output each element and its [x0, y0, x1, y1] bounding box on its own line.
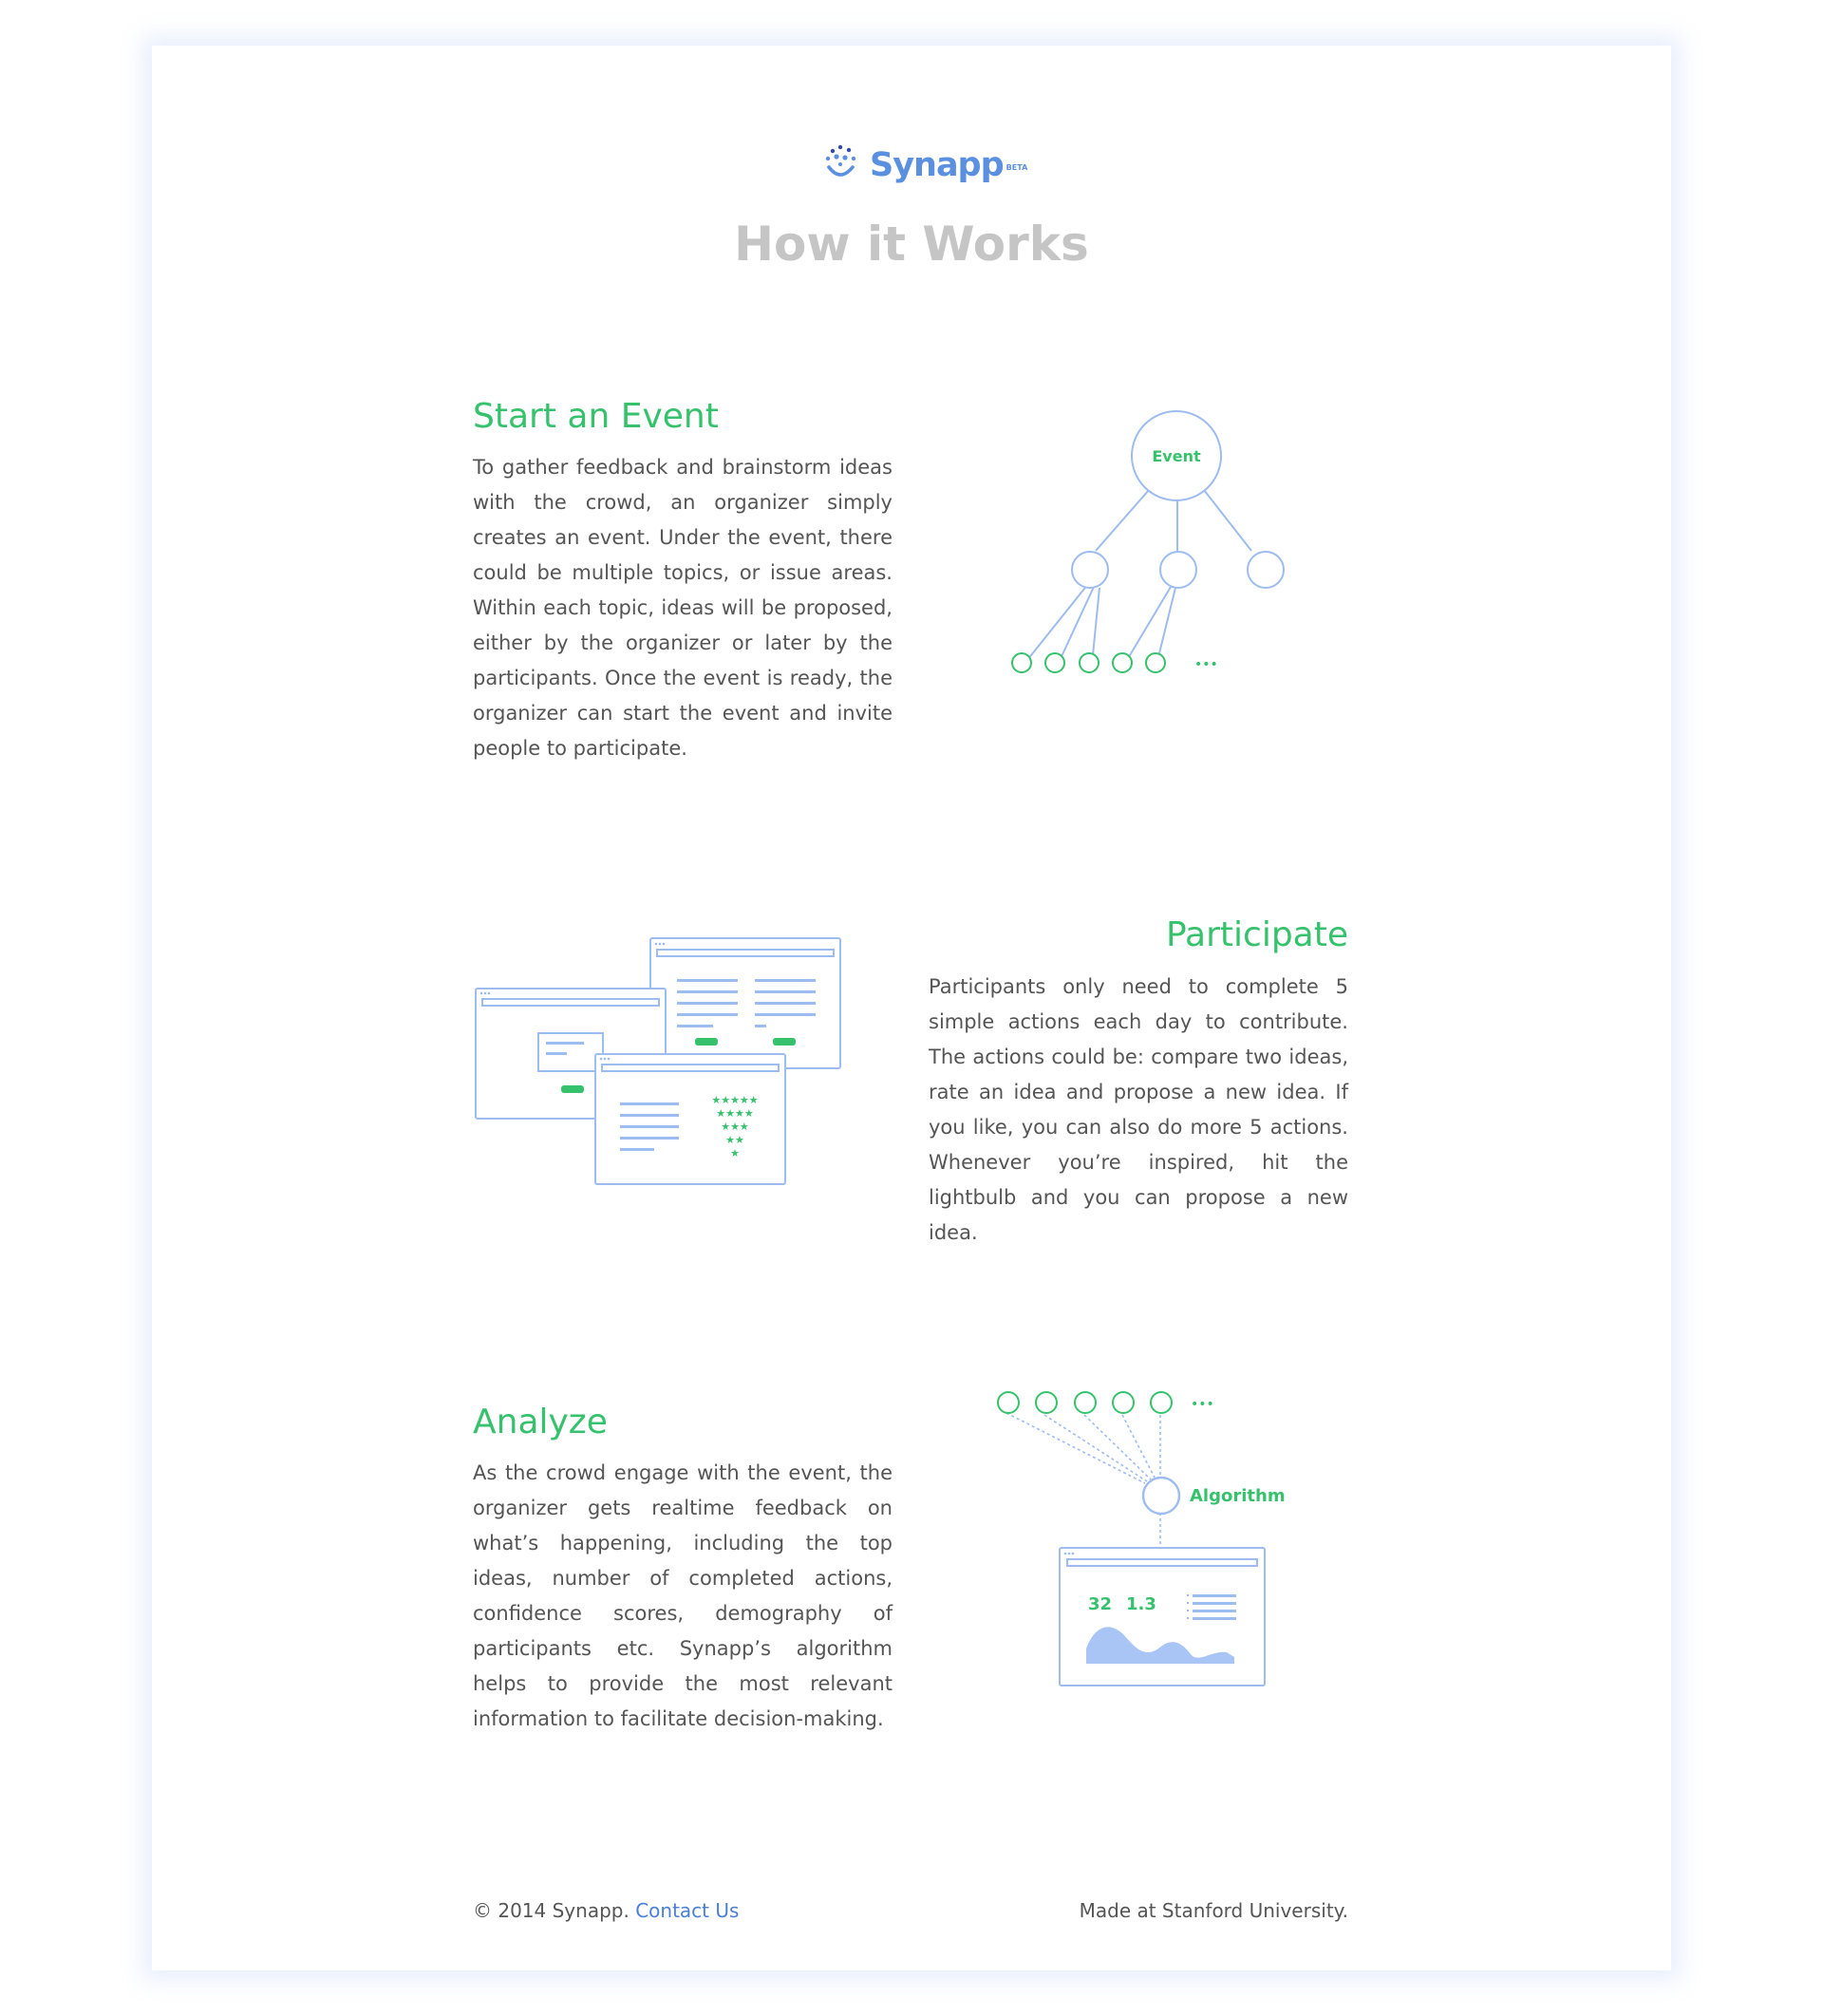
- content-card: [152, 46, 1671, 1970]
- section-title-start-event: Start an Event: [473, 397, 719, 436]
- footer-copyright: © 2014 Synapp. Contact Us: [473, 1899, 739, 1922]
- rating-stars-row-2: ★★★★: [716, 1107, 754, 1120]
- rating-stars-row-4: ★★: [725, 1134, 744, 1146]
- beta-badge: BETA: [1005, 163, 1028, 172]
- section-body-start-event: To gather feedback and brainstorm ideas …: [473, 456, 893, 760]
- rating-stars-row-1: ★★★★★: [711, 1094, 758, 1106]
- section-body-analyze: As the crowd engage with the event, the …: [473, 1461, 893, 1730]
- stat-count: 32: [1088, 1594, 1112, 1614]
- event-tree-illustration: Event •••: [1011, 410, 1285, 673]
- event-ellipsis: •••: [1194, 657, 1218, 672]
- contact-us-link[interactable]: Contact Us: [635, 1899, 739, 1922]
- copyright-text: © 2014 Synapp.: [473, 1899, 630, 1922]
- rating-stars-row-5: ★: [730, 1147, 740, 1159]
- participate-windows-illustration: ★★★★★ ★★★★ ★★★ ★★ ★: [475, 937, 841, 1185]
- algorithm-label: Algorithm: [1190, 1486, 1286, 1506]
- rate-window: [594, 1053, 786, 1185]
- rating-stars-row-3: ★★★: [721, 1121, 749, 1133]
- stat-score: 1.3: [1126, 1594, 1156, 1614]
- analyze-algorithm-illustration: ••• Algorithm 32 1.3: [997, 1391, 1286, 1686]
- section-title-analyze: Analyze: [473, 1403, 608, 1441]
- synapp-logo-icon: [825, 144, 856, 177]
- brand-name: Synapp: [870, 146, 1005, 184]
- section-body-participate: Participants only need to complete 5 sim…: [929, 975, 1348, 1244]
- synapp-logo[interactable]: Synapp BETA: [824, 144, 1027, 201]
- footer-made-at: Made at Stanford University.: [1079, 1899, 1348, 1922]
- event-node-label: Event: [1152, 447, 1201, 465]
- section-title-participate: Participate: [1165, 915, 1348, 954]
- page-title: How it Works: [734, 217, 1089, 272]
- analyze-ellipsis: •••: [1191, 1397, 1214, 1412]
